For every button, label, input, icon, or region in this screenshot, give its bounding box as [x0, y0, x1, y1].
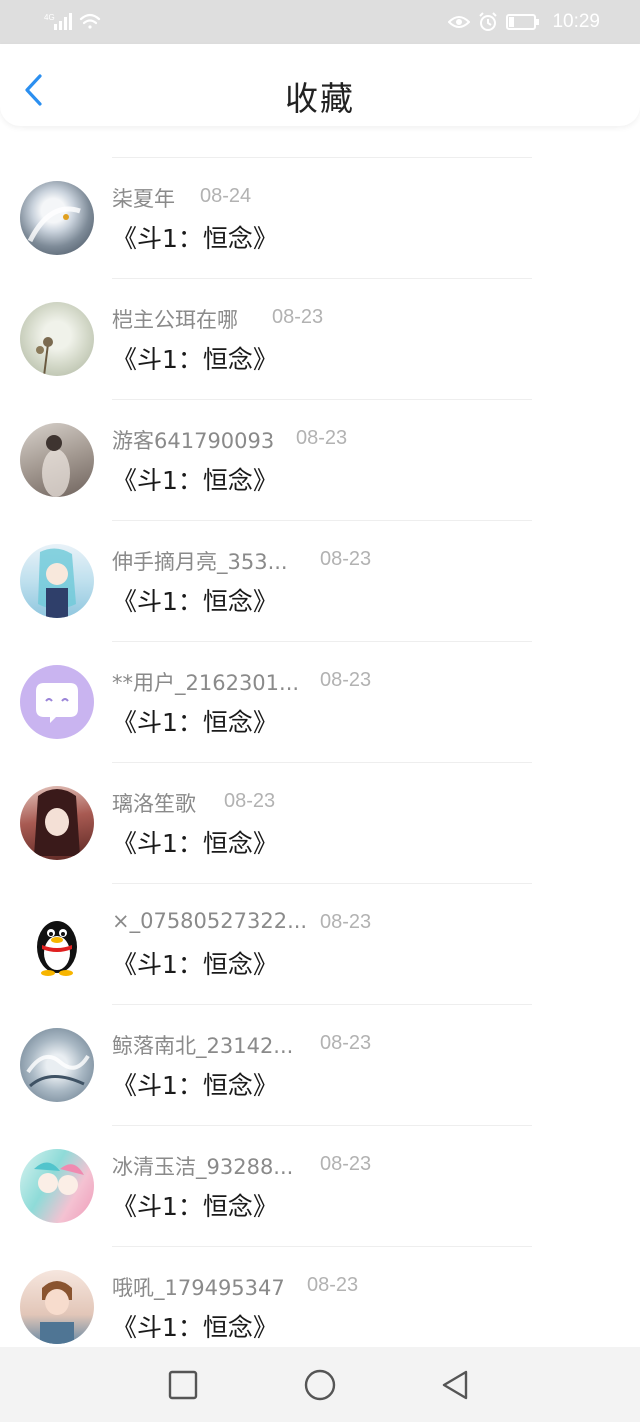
avatar	[20, 665, 94, 739]
post-date: 08-23	[320, 1153, 372, 1175]
avatar	[20, 1149, 94, 1223]
avatar	[20, 1028, 94, 1102]
post-date: 08-23	[272, 306, 324, 328]
divider	[112, 641, 532, 642]
item-title: 《斗1：恒念》	[112, 1192, 278, 1221]
chat-bubble-icon	[36, 683, 78, 723]
list-item[interactable]: ×_07580527322... 08-23 《斗1：恒念》	[0, 883, 640, 1004]
user-name: 桤主公珥在哪	[112, 308, 238, 332]
status-time: 10:29	[552, 11, 600, 32]
battery-icon	[506, 14, 540, 30]
user-name: 伸手摘月亮_353...	[112, 550, 288, 574]
wifi-icon	[79, 13, 101, 29]
post-date: 08-23	[320, 911, 372, 933]
divider	[112, 520, 532, 521]
post-date: 08-23	[224, 790, 276, 812]
item-title: 《斗1：恒念》	[112, 950, 278, 979]
divider	[112, 278, 532, 279]
network-type-label: 4G	[44, 13, 55, 22]
divider	[112, 399, 532, 400]
avatar	[20, 1270, 94, 1344]
list-item[interactable]	[0, 126, 640, 157]
item-title: 《斗1：恒念》	[112, 829, 278, 858]
post-date: 08-24	[200, 185, 252, 207]
post-date: 08-23	[296, 427, 348, 449]
item-title: 《斗1：恒念》	[112, 345, 278, 374]
post-date: 08-23	[320, 669, 372, 691]
avatar	[20, 544, 94, 618]
divider	[112, 883, 532, 884]
user-name: 游客641790093	[112, 429, 275, 453]
post-date: 08-23	[320, 548, 372, 570]
divider	[112, 1246, 532, 1247]
user-name: 冰清玉洁_93288...	[112, 1155, 294, 1179]
favorites-list: 柒夏年 08-24 《斗1：恒念》 桤主公珥在哪 08-23 《斗1：恒念》 游…	[0, 126, 640, 1347]
list-item[interactable]: **用户_2162301... 08-23 《斗1：恒念》	[0, 641, 640, 762]
user-name: **用户_2162301...	[112, 671, 300, 695]
user-name: 哦吼_179495347	[112, 1276, 285, 1300]
status-bar: 4G 10:29	[0, 0, 640, 44]
list-item[interactable]: 伸手摘月亮_353... 08-23 《斗1：恒念》	[0, 520, 640, 641]
list-item[interactable]: 冰清玉洁_93288... 08-23 《斗1：恒念》	[0, 1125, 640, 1246]
avatar	[20, 302, 94, 376]
list-item[interactable]: 璃洛笙歌 08-23 《斗1：恒念》	[0, 762, 640, 883]
eye-icon	[448, 16, 471, 28]
home-circle-icon[interactable]	[302, 1367, 338, 1403]
header-bar: 收藏	[0, 44, 640, 126]
user-name: 柒夏年	[112, 187, 175, 211]
list-item[interactable]: 鲸落南北_23142... 08-23 《斗1：恒念》	[0, 1004, 640, 1125]
user-name: 璃洛笙歌	[112, 792, 196, 816]
page-title: 收藏	[285, 79, 355, 118]
item-title: 《斗1：恒念》	[112, 224, 278, 253]
post-date: 08-23	[320, 1032, 372, 1054]
divider	[112, 157, 532, 158]
system-nav-bar	[0, 1347, 640, 1422]
list-item[interactable]: 哦吼_179495347 08-23 《斗1：恒念》	[0, 1246, 640, 1347]
list-item[interactable]: 桤主公珥在哪 08-23 《斗1：恒念》	[0, 278, 640, 399]
post-date: 08-23	[307, 1274, 359, 1296]
user-name: 鲸落南北_23142...	[112, 1034, 294, 1058]
avatar	[20, 181, 94, 255]
item-title: 《斗1：恒念》	[112, 587, 278, 616]
list-item[interactable]: 柒夏年 08-24 《斗1：恒念》	[0, 157, 640, 278]
avatar	[20, 786, 94, 860]
item-title: 《斗1：恒念》	[112, 1071, 278, 1100]
item-title: 《斗1：恒念》	[112, 1313, 278, 1342]
divider	[112, 762, 532, 763]
item-title: 《斗1：恒念》	[112, 708, 278, 737]
avatar	[20, 423, 94, 497]
user-name: ×_07580527322...	[112, 909, 308, 933]
penguin-icon	[37, 921, 77, 976]
recents-square-icon[interactable]	[165, 1367, 201, 1403]
divider	[112, 1125, 532, 1126]
list-item[interactable]: 游客641790093 08-23 《斗1：恒念》	[0, 399, 640, 520]
signal-icon: 4G	[44, 13, 101, 30]
avatar	[20, 907, 94, 981]
back-triangle-icon[interactable]	[438, 1367, 474, 1403]
alarm-icon	[479, 12, 498, 31]
item-title: 《斗1：恒念》	[112, 466, 278, 495]
divider	[112, 1004, 532, 1005]
